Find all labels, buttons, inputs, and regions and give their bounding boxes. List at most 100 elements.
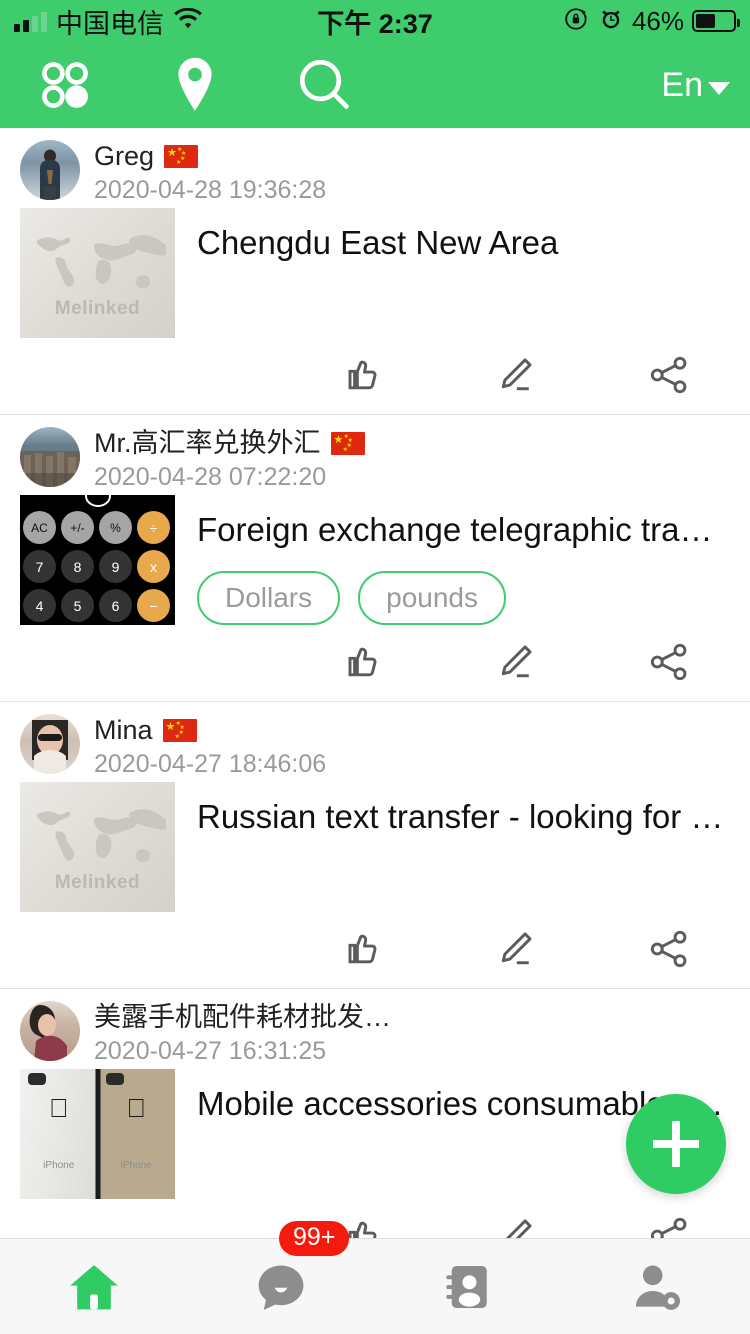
avatar[interactable] [20, 1001, 80, 1061]
post-author-name: Mina [94, 715, 153, 745]
post-header: Mina ★ ★ ★ ★ ★ 2020-04-27 18:46:06 [20, 714, 730, 782]
search-icon[interactable] [260, 56, 390, 114]
post-header: 美露手机配件耗材批发… 2020-04-27 16:31:25 [20, 1001, 730, 1069]
camera-module-shape [105, 1073, 124, 1085]
post-title-column: Chengdu East New Area [197, 208, 730, 338]
chat-bubble-icon [258, 1265, 304, 1310]
tab-home[interactable] [0, 1239, 188, 1334]
home-icon [69, 1264, 118, 1309]
create-post-fab[interactable] [626, 1094, 726, 1194]
post-body: Melinked Chengdu East New Area [20, 208, 730, 342]
post-timestamp: 2020-04-27 18:46:06 [94, 749, 327, 778]
apple-logo-icon:  [49, 1095, 69, 1121]
calc-key: 6 [99, 589, 132, 622]
post-actions [20, 629, 730, 701]
status-bar: 中国电信 下午 2:37 46% [0, 0, 750, 42]
post-thumbnail[interactable]:  iPhone  iPhone [20, 1069, 175, 1199]
post-author-name: Mr.高汇率兑换外汇 [94, 428, 321, 458]
app-root: 中国电信 下午 2:37 46% En Greg ★ ★ ★ ★ ★ 2020-… [0, 0, 750, 1334]
post-tag[interactable]: pounds [358, 570, 507, 625]
post-card[interactable]: Mr.高汇率兑换外汇 ★ ★ ★ ★ ★ 2020-04-28 07:22:20 AC … [0, 415, 750, 702]
tab-contacts[interactable] [375, 1239, 563, 1334]
share-icon[interactable] [646, 926, 692, 972]
calc-key: ÷ [137, 511, 170, 544]
chevron-down-icon [708, 81, 730, 95]
calculator-row: AC +/- % ÷ [20, 511, 175, 544]
post-body: AC +/- % ÷ 7 8 9 x 4 5 6 − Foreign excha… [20, 495, 730, 629]
edit-pencil-icon[interactable] [492, 1213, 538, 1238]
calc-key: % [99, 511, 132, 544]
post-card[interactable]: Mina ★ ★ ★ ★ ★ 2020-04-27 18:46:06 Melin… [0, 702, 750, 989]
post-feed[interactable]: Greg ★ ★ ★ ★ ★ 2020-04-28 19:36:28 Melin… [0, 128, 750, 1238]
camera-module-shape [28, 1073, 46, 1085]
world-map-graphic [37, 809, 166, 863]
thumbs-up-icon[interactable] [338, 639, 384, 685]
post-meta: Greg ★ ★ ★ ★ ★ 2020-04-28 19:36:28 [94, 140, 326, 205]
unread-badge: 99+ [279, 1221, 350, 1256]
post-header: Greg ★ ★ ★ ★ ★ 2020-04-28 19:36:28 [20, 140, 730, 208]
location-pin-icon[interactable] [130, 55, 260, 115]
signal-bars-icon [14, 11, 47, 32]
phone-gap-divider [95, 1069, 100, 1199]
carrier-label: 中国电信 [56, 8, 164, 39]
post-timestamp: 2020-04-28 07:22:20 [94, 462, 327, 491]
post-title[interactable]: Foreign exchange telegraphic trans... [197, 511, 730, 549]
post-thumbnail[interactable]: Melinked [20, 782, 175, 912]
edit-pencil-icon[interactable] [492, 639, 538, 685]
plus-icon [672, 1121, 680, 1167]
post-author-row: Mr.高汇率兑换外汇 ★ ★ ★ ★ ★ [94, 428, 365, 459]
calc-key: 5 [61, 589, 94, 622]
post-actions [20, 1203, 730, 1238]
status-bar-left: 中国电信 [14, 2, 203, 41]
avatar[interactable] [20, 427, 80, 487]
post-body: Melinked Russian text transfer - looking… [20, 782, 730, 916]
world-map-graphic [37, 235, 166, 289]
language-selector[interactable]: En [661, 66, 730, 105]
iphone-silver-photo:  iPhone [20, 1069, 98, 1199]
post-actions [20, 916, 730, 988]
share-icon[interactable] [646, 639, 692, 685]
post-author-row: 美露手机配件耗材批发… [94, 1002, 391, 1033]
battery-percent-label: 46% [631, 5, 684, 36]
thumbnail-watermark: Melinked [54, 298, 141, 319]
calc-key: 8 [61, 550, 94, 583]
alarm-clock-icon [598, 6, 624, 37]
thumbs-up-icon[interactable] [338, 926, 384, 972]
app-header: En [0, 42, 750, 128]
post-meta: 美露手机配件耗材批发… 2020-04-27 16:31:25 [94, 1001, 391, 1066]
edit-pencil-icon[interactable] [492, 352, 538, 398]
phone-notch-shape [84, 495, 111, 507]
post-author-row: Greg ★ ★ ★ ★ ★ [94, 141, 326, 172]
post-title[interactable]: Russian text transfer - looking for a... [197, 798, 730, 836]
post-header: Mr.高汇率兑换外汇 ★ ★ ★ ★ ★ 2020-04-28 07:22:20 [20, 427, 730, 495]
post-title[interactable]: Chengdu East New Area [197, 224, 730, 262]
user-settings-icon [636, 1265, 681, 1310]
calc-key: AC [23, 511, 56, 544]
language-label: En [661, 65, 703, 104]
avatar[interactable] [20, 140, 80, 200]
avatar[interactable] [20, 714, 80, 774]
post-tag[interactable]: Dollars [197, 570, 341, 625]
post-timestamp: 2020-04-27 16:31:25 [94, 1036, 327, 1065]
calc-key: − [137, 589, 170, 622]
post-thumbnail[interactable]: AC +/- % ÷ 7 8 9 x 4 5 6 − [20, 495, 175, 625]
edit-pencil-icon[interactable] [492, 926, 538, 972]
post-timestamp: 2020-04-28 19:36:28 [94, 175, 327, 204]
tab-messages[interactable]: 99+ [188, 1221, 376, 1334]
calc-key: +/- [61, 511, 94, 544]
share-icon[interactable] [646, 1213, 692, 1238]
thumbnail-watermark: Melinked [54, 872, 141, 893]
calculator-row: 7 8 9 x [20, 550, 175, 583]
post-meta: Mr.高汇率兑换外汇 ★ ★ ★ ★ ★ 2020-04-28 07:22:20 [94, 427, 365, 492]
grid-circles-icon[interactable] [0, 56, 130, 114]
iphone-wordmark: iPhone [43, 1160, 75, 1171]
calculator-row: 4 5 6 − [20, 589, 175, 622]
post-tags: Dollars pounds [197, 570, 730, 625]
post-thumbnail[interactable]: Melinked [20, 208, 175, 338]
post-card[interactable]: Greg ★ ★ ★ ★ ★ 2020-04-28 19:36:28 Melin… [0, 128, 750, 415]
china-flag-icon: ★ ★ ★ ★ ★ [162, 719, 197, 743]
post-actions [20, 342, 730, 414]
share-icon[interactable] [646, 352, 692, 398]
thumbs-up-icon[interactable] [338, 352, 384, 398]
tab-profile-settings[interactable] [563, 1239, 750, 1334]
